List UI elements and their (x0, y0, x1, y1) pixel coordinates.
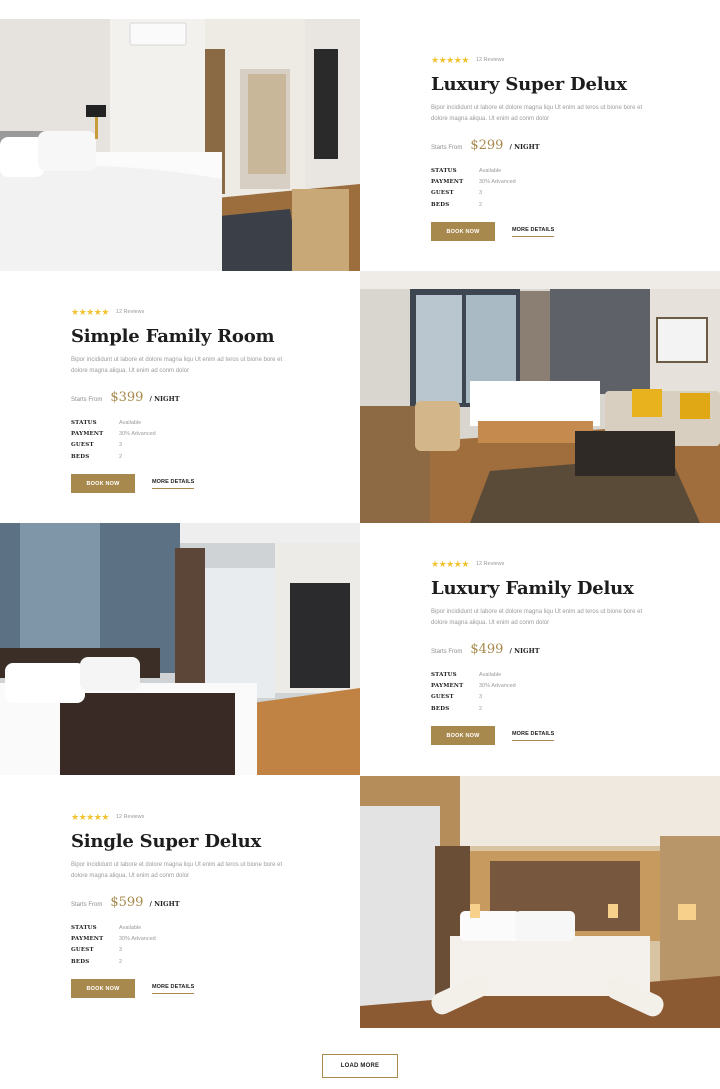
room-description: Bipor incididunt ut labore et dolore mag… (431, 609, 643, 626)
load-more-button[interactable]: LOAD MORE (322, 1054, 398, 1078)
room-card-2: ★ ★ ★ ★ ★ 12 Reviews Simple Family Room Bipo… (0, 271, 720, 523)
review-count: 12 Reviews (475, 57, 505, 63)
room-description: Bipor incididunt ut labore et dolore mag… (71, 357, 283, 374)
room-photo-3[interactable] (0, 523, 360, 775)
room-specs: STATUS Available PAYMENT 30% Advanced GUES… (431, 669, 671, 714)
more-details-link[interactable]: MORE DETAILS (152, 479, 195, 489)
spec-status: STATUS Available (71, 419, 142, 426)
room-specs: STATUS Available PAYMENT 30% Advanced GUES… (71, 922, 311, 967)
room-price: $499 (470, 642, 504, 657)
room-info-4: ★ ★ ★ ★ ★ 12 Reviews Single Super Delux Bipo… (0, 776, 360, 1028)
rating: ★ ★ ★ ★ ★ 12 Reviews (71, 812, 311, 822)
review-count: 12 Reviews (475, 561, 505, 567)
book-now-button[interactable]: BOOK NOW (71, 474, 135, 494)
per-night-label: / NIGHT (509, 143, 540, 151)
price-row: Starts From $299 / NIGHT (431, 138, 671, 153)
room-photo-2[interactable] (360, 271, 720, 523)
price-row: Starts From $599 / NIGHT (71, 895, 311, 910)
rating: ★ ★ ★ ★ ★ 12 Reviews (431, 55, 671, 65)
starts-from-label: Starts From (431, 649, 463, 655)
spec-status: STATUS Available (71, 924, 142, 931)
room-actions: BOOK NOW MORE DETAILS (71, 979, 311, 999)
room-price: $599 (110, 895, 144, 910)
rating: ★ ★ ★ ★ ★ 12 Reviews (71, 307, 311, 317)
per-night-label: / NIGHT (149, 395, 180, 403)
spec-payment: PAYMENT 30% Advanced (431, 682, 516, 689)
spec-payment: PAYMENT 30% Advanced (431, 178, 516, 185)
price-row: Starts From $399 / NIGHT (71, 390, 311, 405)
per-night-label: / NIGHT (149, 900, 180, 908)
spec-guest: GUEST 3 (71, 947, 123, 954)
room-title: Luxury Super Delux (431, 74, 627, 95)
room-specs: STATUS Available PAYMENT 30% Advanced GUES… (71, 417, 311, 462)
room-title: Luxury Family Delux (431, 578, 634, 599)
spec-status: STATUS Available (431, 167, 502, 174)
spec-payment: PAYMENT 30% Advanced (71, 430, 156, 437)
room-card-1: ★ ★ ★ ★ ★ 12 Reviews Luxury Super Delux Bipo… (0, 19, 720, 271)
star-rating-icon: ★ ★ ★ ★ ★ (431, 558, 469, 569)
room-title: Simple Family Room (71, 326, 275, 347)
review-count: 12 Reviews (115, 309, 145, 315)
room-actions: BOOK NOW MORE DETAILS (71, 474, 311, 494)
room-specs: STATUS Available PAYMENT 30% Advanced GUES… (431, 165, 671, 210)
spec-beds: BEDS 2 (71, 958, 123, 965)
more-details-link[interactable]: MORE DETAILS (512, 731, 555, 741)
starts-from-label: Starts From (71, 397, 103, 403)
rating: ★ ★ ★ ★ ★ 12 Reviews (431, 559, 671, 569)
room-info-3: ★ ★ ★ ★ ★ 12 Reviews Luxury Family Delux Bip… (360, 523, 720, 775)
spec-guest: GUEST 3 (71, 442, 123, 449)
spec-beds: BEDS 2 (71, 453, 123, 460)
book-now-button[interactable]: BOOK NOW (71, 979, 135, 999)
room-title: Single Super Delux (71, 831, 262, 852)
room-card-3: ★ ★ ★ ★ ★ 12 Reviews Luxury Family Delux Bip… (0, 523, 720, 775)
room-info-1: ★ ★ ★ ★ ★ 12 Reviews Luxury Super Delux Bipo… (360, 19, 720, 271)
starts-from-label: Starts From (431, 145, 463, 151)
room-photo-1[interactable] (0, 19, 360, 271)
room-description: Bipor incididunt ut labore et dolore mag… (431, 105, 643, 122)
spec-beds: BEDS 2 (431, 705, 483, 712)
spec-guest: GUEST 3 (431, 694, 483, 701)
star-rating-icon: ★ ★ ★ ★ ★ (71, 306, 109, 317)
room-price: $399 (110, 390, 144, 405)
more-details-link[interactable]: MORE DETAILS (512, 227, 555, 237)
room-photo-4[interactable] (360, 776, 720, 1028)
starts-from-label: Starts From (71, 902, 103, 908)
spec-status: STATUS Available (431, 671, 502, 678)
star-rating-icon: ★ ★ ★ ★ ★ (71, 811, 109, 822)
room-description: Bipor incididunt ut labore et dolore mag… (71, 862, 283, 879)
room-info-2: ★ ★ ★ ★ ★ 12 Reviews Simple Family Room Bipo… (0, 271, 360, 523)
spec-beds: BEDS 2 (431, 201, 483, 208)
spec-guest: GUEST 3 (431, 190, 483, 197)
book-now-button[interactable]: BOOK NOW (431, 726, 495, 746)
spec-payment: PAYMENT 30% Advanced (71, 935, 156, 942)
room-card-4: ★ ★ ★ ★ ★ 12 Reviews Single Super Delux Bipo… (0, 776, 720, 1028)
star-rating-icon: ★ ★ ★ ★ ★ (431, 54, 469, 65)
review-count: 12 Reviews (115, 814, 145, 820)
book-now-button[interactable]: BOOK NOW (431, 222, 495, 242)
room-price: $299 (470, 138, 504, 153)
per-night-label: / NIGHT (509, 647, 540, 655)
room-actions: BOOK NOW MORE DETAILS (431, 726, 671, 746)
price-row: Starts From $499 / NIGHT (431, 642, 671, 657)
room-actions: BOOK NOW MORE DETAILS (431, 222, 671, 242)
more-details-link[interactable]: MORE DETAILS (152, 984, 195, 994)
